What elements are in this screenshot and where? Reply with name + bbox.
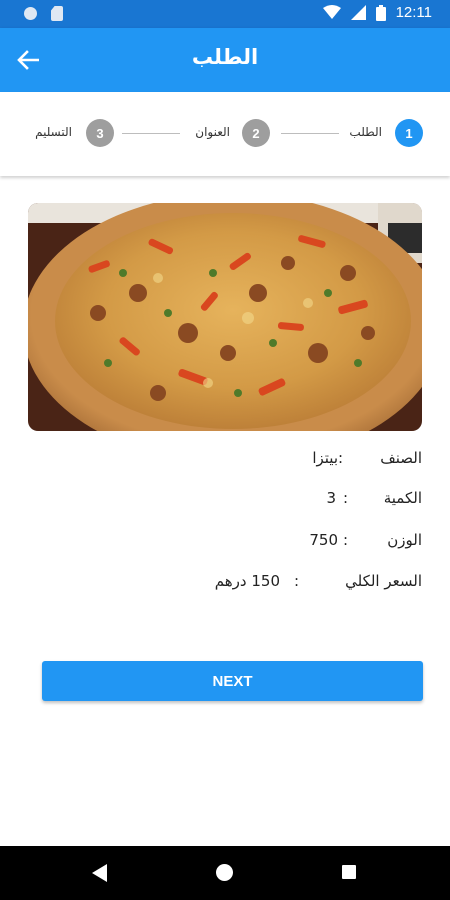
next-button[interactable]: NEXT <box>42 661 423 701</box>
notification-circle-icon <box>24 7 37 20</box>
step-3-circle[interactable]: 3 <box>86 119 114 147</box>
wifi-icon <box>322 5 341 19</box>
status-right-icons: 12:11 <box>322 4 432 21</box>
sim-card-icon <box>51 6 63 21</box>
step-connector-2 <box>122 133 180 134</box>
battery-icon <box>375 4 386 21</box>
item-colon: : <box>338 449 344 467</box>
detail-row-total-price: السعر الكلي : 150 درهم <box>0 572 450 596</box>
nav-home-icon[interactable] <box>216 864 233 881</box>
system-navigation-bar <box>0 846 450 900</box>
detail-row-quantity: الكمية : 3 <box>0 489 450 513</box>
nav-back-icon[interactable] <box>92 864 108 882</box>
quantity-colon: : <box>343 489 349 507</box>
status-bar: 12:11 <box>0 0 450 28</box>
app-bar: الطلب <box>0 28 450 92</box>
pizza-image <box>28 203 422 431</box>
step-2-label: العنوان <box>195 125 230 139</box>
item-label: الصنف <box>380 449 422 467</box>
step-3-label: التسليم <box>35 125 72 139</box>
step-1-circle[interactable]: 1 <box>395 119 423 147</box>
page-title: الطلب <box>191 45 259 69</box>
status-left-icons <box>24 6 63 21</box>
quantity-label: الكمية <box>383 489 422 507</box>
nav-recents-icon[interactable] <box>342 865 356 879</box>
cellular-signal-icon <box>350 5 366 20</box>
weight-colon: : <box>343 531 349 549</box>
status-time: 12:11 <box>395 4 432 21</box>
step-connector-1 <box>281 133 339 134</box>
quantity-value: 3 <box>326 489 336 507</box>
weight-value: 750 <box>309 531 338 549</box>
weight-label: الوزن <box>387 531 422 549</box>
pizza-photo <box>28 203 422 431</box>
total-price-label: السعر الكلي <box>345 572 422 590</box>
detail-row-weight: الوزن : 750 <box>0 531 450 555</box>
step-1-label: الطلب <box>349 125 382 139</box>
order-stepper: 1 الطلب 2 العنوان 3 التسليم <box>0 92 450 176</box>
total-price-value: 150 درهم <box>214 572 280 590</box>
detail-row-item: الصنف : بيتزا <box>0 449 450 473</box>
step-2-circle[interactable]: 2 <box>242 119 270 147</box>
total-price-colon: : <box>294 572 300 590</box>
item-value: بيتزا <box>312 449 338 467</box>
